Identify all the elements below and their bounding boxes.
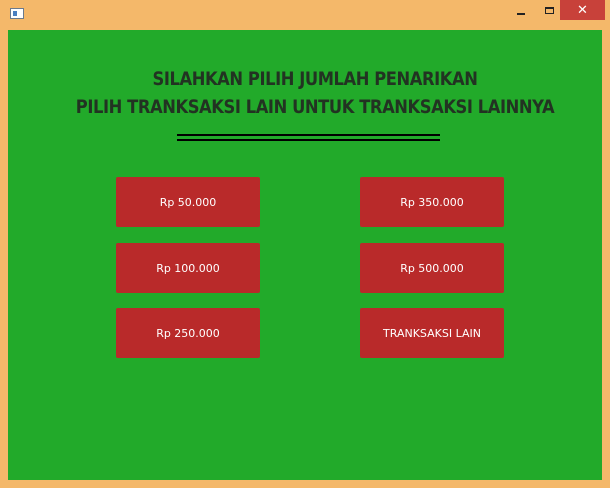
other-transaction-button[interactable]: TRANKSAKSI LAIN bbox=[360, 308, 504, 358]
app-window: ✕ SILAHKAN PILIH JUMLAH PENARIKAN PILIH … bbox=[0, 0, 610, 488]
title-divider-top bbox=[177, 134, 440, 136]
close-icon: ✕ bbox=[577, 2, 588, 18]
app-icon bbox=[10, 8, 24, 19]
minimize-icon bbox=[517, 13, 525, 15]
minimize-button[interactable] bbox=[508, 0, 534, 20]
amount-500000-button[interactable]: Rp 500.000 bbox=[360, 243, 504, 293]
title-divider-bottom bbox=[177, 139, 440, 141]
amount-100000-button[interactable]: Rp 100.000 bbox=[116, 243, 260, 293]
withdrawal-panel: SILAHKAN PILIH JUMLAH PENARIKAN PILIH TR… bbox=[8, 30, 602, 480]
maximize-button[interactable] bbox=[536, 0, 562, 20]
close-button[interactable]: ✕ bbox=[560, 0, 605, 20]
amount-50000-button[interactable]: Rp 50.000 bbox=[116, 177, 260, 227]
amount-350000-button[interactable]: Rp 350.000 bbox=[360, 177, 504, 227]
page-title: SILAHKAN PILIH JUMLAH PENARIKAN bbox=[152, 68, 478, 90]
page-subtitle: PILIH TRANKSAKSI LAIN UNTUK TRANKSAKSI L… bbox=[75, 96, 555, 118]
amount-250000-button[interactable]: Rp 250.000 bbox=[116, 308, 260, 358]
title-bar[interactable]: ✕ bbox=[0, 0, 610, 26]
maximize-icon bbox=[544, 6, 554, 14]
